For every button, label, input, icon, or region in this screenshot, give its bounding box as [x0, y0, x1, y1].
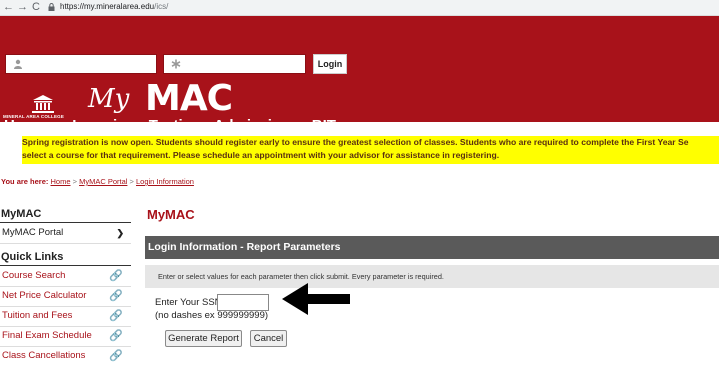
breadcrumb-home[interactable]: Home [50, 177, 70, 186]
url-path: /ics/ [154, 2, 169, 11]
nav-home[interactable]: Home [4, 117, 46, 134]
announcement-line-2: select a course for that requirement. Pl… [22, 150, 500, 160]
sidebar-item-label: Class Cancellations [2, 350, 86, 361]
back-icon[interactable]: ← [3, 1, 14, 13]
generate-report-button[interactable]: Generate Report [165, 330, 242, 347]
link-icon: 🔗 [109, 270, 123, 282]
cancel-button[interactable]: Cancel [250, 330, 287, 347]
sidebar-item-label: Final Exam Schedule [2, 330, 92, 341]
password-field[interactable] [163, 54, 306, 74]
ssn-hint: (no dashes ex 999999999) [155, 310, 269, 321]
username-field[interactable] [5, 54, 157, 74]
breadcrumb-separator: > [72, 177, 77, 186]
link-icon: 🔗 [109, 330, 123, 342]
sidebar-item-course-search[interactable]: Course Search 🔗 [0, 267, 131, 287]
divider [0, 265, 131, 266]
sidebar-item-final-exam-schedule[interactable]: Final Exam Schedule 🔗 [0, 327, 131, 347]
breadcrumb-label: You are here: [1, 177, 49, 186]
divider [0, 222, 131, 223]
announcement-line-1: Spring registration is now open. Student… [22, 137, 689, 147]
announcement-banner: Spring registration is now open. Student… [22, 136, 719, 164]
site-header: Login MINERAL AREA COLLEGE My MAC Home e… [0, 16, 719, 134]
breadcrumb: You are here: Home > MyMAC Portal > Logi… [1, 177, 194, 186]
link-icon: 🔗 [109, 290, 123, 302]
sidebar-item-class-cancellations[interactable]: Class Cancellations 🔗 [0, 347, 131, 363]
nav-admissions[interactable]: Admissions [214, 117, 299, 134]
sidebar-item-net-price-calculator[interactable]: Net Price Calculator 🔗 [0, 287, 131, 307]
arrow-left-icon [282, 283, 350, 315]
brand-my: My [88, 84, 130, 114]
nav-e-learning[interactable]: e-Learning [59, 117, 136, 134]
breadcrumb-separator: > [129, 177, 134, 186]
asterisk-icon [171, 59, 181, 69]
ssn-label: Enter Your SSN [155, 297, 222, 308]
link-icon: 🔗 [109, 350, 123, 362]
address-bar[interactable]: https://my.mineralarea.edu/ics/ [60, 2, 168, 11]
brand-mac: MAC [145, 78, 233, 119]
sidebar-item-label: Net Price Calculator [2, 290, 87, 301]
sidebar-item-label: Course Search [2, 270, 66, 281]
sidebar-item-tuition-and-fees[interactable]: Tuition and Fees 🔗 [0, 307, 131, 327]
sidebar-quick-links-title: Quick Links [1, 251, 64, 263]
sidebar-item-mymac-portal[interactable]: MyMAC Portal ❯ [0, 224, 131, 244]
user-icon [14, 59, 22, 69]
page-title: MyMAC [147, 207, 195, 222]
sidebar-mymac-title: MyMAC [1, 208, 42, 220]
ssn-input[interactable] [217, 294, 269, 311]
nav-testing[interactable]: Testing [149, 117, 201, 134]
url-host: https://my.mineralarea.edu [60, 2, 155, 11]
breadcrumb-mymac-portal[interactable]: MyMAC Portal [79, 177, 127, 186]
sidebar-item-label: Tuition and Fees [2, 310, 73, 321]
lock-icon [48, 3, 55, 11]
browser-toolbar: ← → C https://my.mineralarea.edu/ics/ [0, 0, 719, 16]
panel-header: Login Information - Report Parameters [145, 236, 719, 259]
main-navigation: Home e-Learning Testing Admissions BIT [4, 117, 345, 134]
college-building-icon [32, 95, 54, 113]
link-icon: 🔗 [109, 310, 123, 322]
breadcrumb-current: Login Information [136, 177, 194, 186]
chevron-down-icon[interactable]: ❯ [116, 224, 124, 242]
nav-bit[interactable]: BIT [312, 117, 336, 134]
forward-icon[interactable]: → [17, 1, 28, 13]
login-button[interactable]: Login [313, 54, 347, 74]
instructions: Enter or select values for each paramete… [145, 265, 719, 288]
sidebar-item-label: MyMAC Portal [2, 227, 64, 238]
reload-icon[interactable]: C [32, 1, 40, 13]
